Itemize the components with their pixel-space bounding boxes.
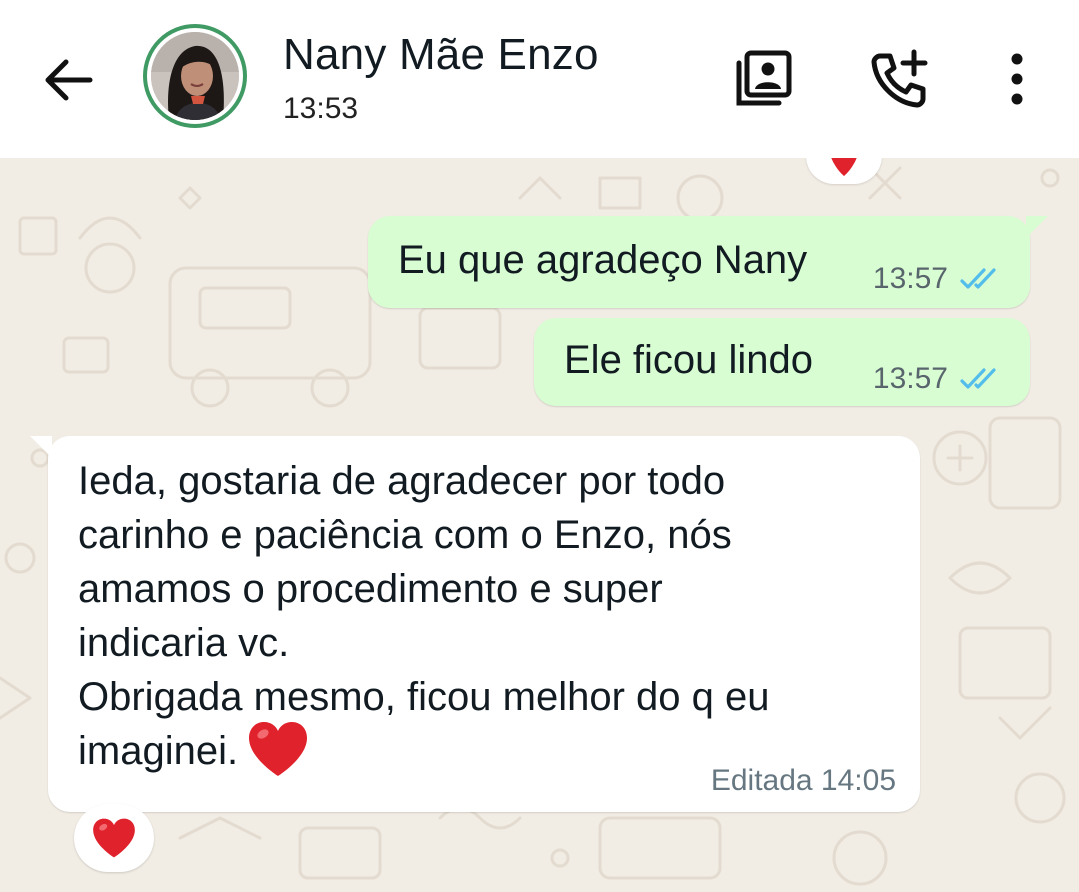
bubble-tail <box>30 436 52 458</box>
double-check-read-icon <box>960 368 996 389</box>
contact-avatar[interactable] <box>143 24 247 128</box>
message-line: indicaria vc. <box>78 621 290 665</box>
more-vert-icon <box>1011 53 1023 105</box>
more-options-button[interactable] <box>984 46 1050 112</box>
message-line: carinho e paciência com o Enzo, nós <box>78 513 732 557</box>
message-line: imaginei. <box>78 729 239 773</box>
back-button[interactable] <box>38 50 98 110</box>
double-check-read-icon <box>960 268 996 289</box>
contact-gallery-icon <box>736 50 792 106</box>
message-text: Ieda, gostaria de agradecer por todo car… <box>78 454 878 782</box>
add-call-icon <box>871 49 928 108</box>
message-line: Obrigada mesmo, ficou melhor do q eu <box>78 675 770 719</box>
incoming-message[interactable]: Ieda, gostaria de agradecer por todo car… <box>30 436 920 812</box>
message-text: Ele ficou lindo <box>564 338 814 382</box>
heart-icon <box>831 158 857 176</box>
edited-timestamp: Editada 14:05 <box>710 764 896 797</box>
chat-area[interactable]: Eu que agradeço Nany 13:57 Ele ficou lin… <box>0 158 1079 892</box>
heart-emoji-icon <box>249 722 308 777</box>
avatar-photo <box>151 32 239 120</box>
outgoing-message[interactable]: Eu que agradeço Nany 13:57 <box>368 216 1048 308</box>
outgoing-message[interactable]: Ele ficou lindo 13:57 <box>534 318 1030 406</box>
message-meta: 13:57 <box>873 262 1004 296</box>
contact-name[interactable]: Nany Mãe Enzo <box>283 30 599 80</box>
last-seen-time: 13:53 <box>283 92 359 125</box>
chat-header: Nany Mãe Enzo 13:53 <box>0 0 1079 158</box>
message-line: amamos o procedimento e super <box>78 567 663 611</box>
message-line: Ieda, gostaria de agradecer por todo <box>78 459 726 503</box>
contact-gallery-button[interactable] <box>730 46 796 112</box>
message-time: 13:57 <box>872 362 948 395</box>
message-text: Eu que agradeço Nany <box>398 238 808 282</box>
heart-icon <box>93 818 135 858</box>
bubble-tail <box>1026 216 1048 238</box>
add-call-button[interactable] <box>866 46 932 112</box>
message-meta: 13:57 <box>873 362 1004 396</box>
reaction-badge[interactable] <box>74 804 154 872</box>
arrow-left-icon <box>45 59 93 101</box>
message-time: 13:57 <box>872 262 948 295</box>
